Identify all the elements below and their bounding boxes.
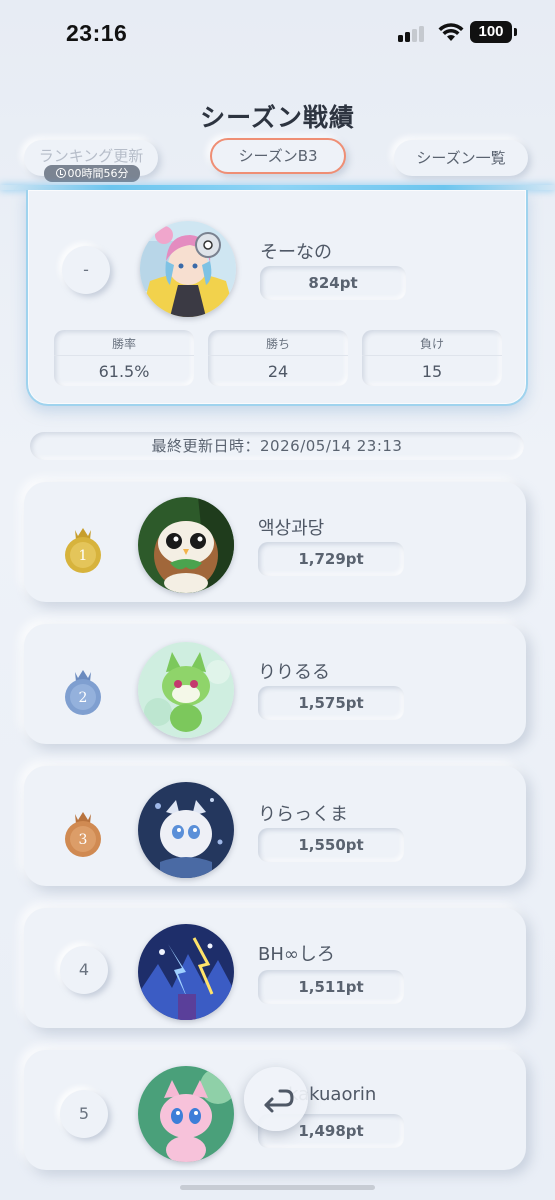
gold-medal-icon: 1: [58, 524, 108, 574]
my-record-card: - そーなの 824pt 勝率 61.5% 勝ち 24 負け 15: [26, 190, 528, 406]
player-points: 1,550pt: [258, 828, 404, 862]
status-time: 23:16: [66, 20, 128, 46]
status-bar: 23:16 100: [0, 0, 555, 64]
bronze-medal-icon: 3: [58, 808, 108, 858]
season-list-button[interactable]: シーズン一覧: [394, 140, 528, 176]
wifi-icon: [438, 23, 464, 41]
battery-icon: 100: [470, 21, 512, 43]
return-arrow-icon: [264, 1089, 294, 1113]
clock-icon: [55, 168, 66, 178]
my-player-name: そーなの: [260, 242, 332, 263]
silver-medal-icon: 2: [58, 666, 108, 716]
player-points: 1,575pt: [258, 686, 404, 720]
player-points: 1,729pt: [258, 542, 404, 576]
cellular-signal-icon: [398, 24, 428, 42]
ranking-row[interactable]: 3 りらっくま 1,550pt: [24, 766, 526, 886]
ranking-row[interactable]: 2 りりるる 1,575pt: [24, 624, 526, 744]
tab-current-season[interactable]: シーズンB3: [210, 138, 346, 174]
home-indicator[interactable]: [180, 1185, 375, 1190]
stat-losses: 負け 15: [362, 330, 502, 386]
battery-tip: [514, 28, 517, 36]
rank-badge: 5: [60, 1090, 108, 1138]
timer-text: 00時間56分: [67, 167, 129, 180]
ranking-row[interactable]: 1 액상과당 1,729pt: [24, 482, 526, 602]
ranking-row[interactable]: 4 BH∞しろ 1,511pt: [24, 908, 526, 1028]
medal-rank-text: 1: [79, 548, 88, 564]
stat-value: 61.5%: [98, 362, 150, 381]
player-avatar: [138, 642, 234, 738]
last-updated-bar: 最終更新日時：2026/05/14 23:13: [30, 432, 524, 460]
player-name: りりるる: [258, 662, 330, 683]
my-avatar: [140, 221, 236, 317]
stat-wins: 勝ち 24: [208, 330, 348, 386]
stat-value: 15: [421, 362, 443, 381]
player-name: りらっくま: [258, 804, 348, 825]
medal-rank-text: 2: [79, 690, 88, 706]
page-title: シーズン戦績: [200, 103, 355, 132]
player-points: 1,511pt: [258, 970, 404, 1004]
stat-value: 24: [267, 362, 289, 381]
my-points: 824pt: [260, 266, 406, 300]
player-avatar: [138, 1066, 234, 1162]
player-avatar: [138, 924, 234, 1020]
stat-label: 勝ち: [208, 335, 348, 356]
ranking-update-timer: 00時間56分: [44, 165, 140, 182]
my-rank-badge: -: [62, 246, 110, 294]
rank-badge: 4: [60, 946, 108, 994]
player-name: BH∞しろ: [258, 944, 335, 965]
player-avatar: [138, 782, 234, 878]
player-avatar: [138, 497, 234, 593]
medal-rank-text: 3: [79, 832, 88, 848]
stat-label: 負け: [362, 335, 502, 356]
stat-label: 勝率: [54, 335, 194, 356]
player-name: 액상과당: [258, 518, 325, 539]
stat-win-rate: 勝率 61.5%: [54, 330, 194, 386]
back-button[interactable]: [244, 1067, 308, 1131]
